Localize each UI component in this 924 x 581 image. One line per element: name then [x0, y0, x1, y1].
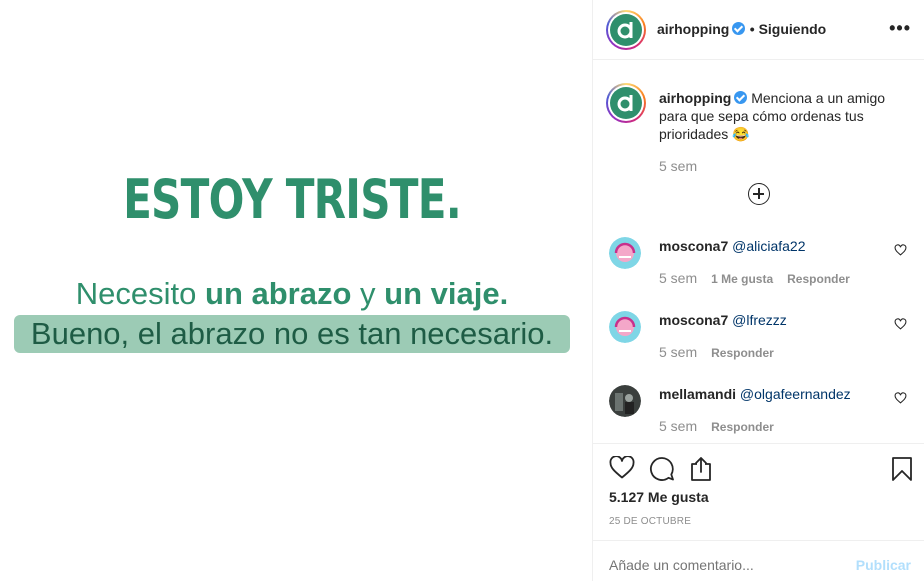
comment-time[interactable]: 5 sem: [659, 270, 697, 286]
image-title: ESTOY TRISTE.: [123, 168, 462, 231]
comment-username[interactable]: moscona7: [659, 312, 728, 328]
follow-status[interactable]: • Siguiendo: [750, 21, 826, 37]
comment-avatar[interactable]: [609, 385, 641, 417]
image-line-1-part-d: un viaje.: [384, 276, 509, 311]
image-line-2: Bueno, el abrazo no es tan necesario.: [14, 315, 570, 353]
header-username[interactable]: airhopping: [657, 21, 729, 37]
comment-meta: 5 sem 1 Me gusta Responder: [659, 270, 850, 288]
image-line-1-part-b: un abrazo: [205, 276, 352, 311]
like-comment-heart-icon[interactable]: [894, 318, 907, 330]
caption-time[interactable]: 5 sem: [659, 158, 697, 174]
image-line-1-part-c: y: [351, 276, 385, 311]
publish-button[interactable]: Publicar: [856, 557, 911, 573]
post-image[interactable]: ESTOY TRISTE. Necesito un abrazo y un vi…: [0, 0, 592, 581]
comment-username[interactable]: moscona7: [659, 238, 728, 254]
image-line-1: Necesito un abrazo y un viaje.: [0, 276, 584, 312]
verified-badge-icon: [734, 91, 748, 104]
caption-avatar[interactable]: [606, 83, 646, 123]
airhopping-logo-icon: [610, 87, 642, 119]
post-header: airhopping • Siguiendo •••: [593, 0, 924, 60]
comment-body: moscona7 @lfrezzz: [659, 312, 889, 328]
like-comment-heart-icon[interactable]: [894, 392, 907, 404]
comment-body: moscona7 @aliciafa22: [659, 238, 889, 254]
reply-button[interactable]: Responder: [711, 420, 774, 434]
avatar[interactable]: [606, 10, 646, 50]
comment-bubble-icon[interactable]: [649, 456, 675, 482]
more-options-icon[interactable]: •••: [889, 18, 911, 39]
comment-meta: 5 sem Responder: [659, 344, 774, 362]
comment-time[interactable]: 5 sem: [659, 418, 697, 434]
comment-mention[interactable]: @olgafeernandez: [740, 386, 851, 402]
comment-item: mellamandi @olgafeernandez 5 sem Responde…: [593, 385, 924, 455]
comment-item: moscona7 @aliciafa22 5 sem 1 Me gusta Resp…: [593, 237, 924, 307]
save-bookmark-icon[interactable]: [891, 456, 913, 482]
post-date[interactable]: 25 DE OCTUBRE: [609, 516, 691, 527]
like-heart-icon[interactable]: [609, 456, 635, 480]
comment-time[interactable]: 5 sem: [659, 344, 697, 360]
comment-mention[interactable]: @aliciafa22: [732, 238, 805, 254]
caption-username[interactable]: airhopping: [659, 90, 731, 106]
add-comment-bar: Publicar: [593, 540, 924, 581]
reply-button[interactable]: Responder: [787, 272, 850, 286]
load-more-comments-icon[interactable]: [748, 183, 770, 205]
airhopping-logo-icon: [610, 14, 642, 46]
action-bar: [593, 443, 924, 481]
share-icon[interactable]: [689, 456, 713, 482]
comment-body: mellamandi @olgafeernandez: [659, 386, 889, 402]
comment-likes[interactable]: 1 Me gusta: [711, 272, 773, 286]
image-line-1-part-a: Necesito: [75, 276, 206, 311]
comment-mention[interactable]: @lfrezzz: [732, 312, 787, 328]
comment-avatar[interactable]: [609, 237, 641, 269]
post-side-panel: airhopping • Siguiendo ••• airhopping Me…: [592, 0, 924, 581]
likes-count[interactable]: 5.127 Me gusta: [609, 489, 709, 505]
comment-username[interactable]: mellamandi: [659, 386, 736, 402]
comment-input[interactable]: [609, 557, 829, 573]
comment-avatar[interactable]: [609, 311, 641, 343]
header-user-line: airhopping • Siguiendo: [657, 21, 826, 39]
like-comment-heart-icon[interactable]: [894, 244, 907, 256]
reply-button[interactable]: Responder: [711, 346, 774, 360]
comment-meta: 5 sem Responder: [659, 418, 774, 436]
caption-text-block: airhopping Menciona a un amigo para que …: [659, 89, 909, 143]
verified-badge-icon: [732, 22, 746, 35]
comment-item: moscona7 @lfrezzz 5 sem Responder: [593, 311, 924, 381]
